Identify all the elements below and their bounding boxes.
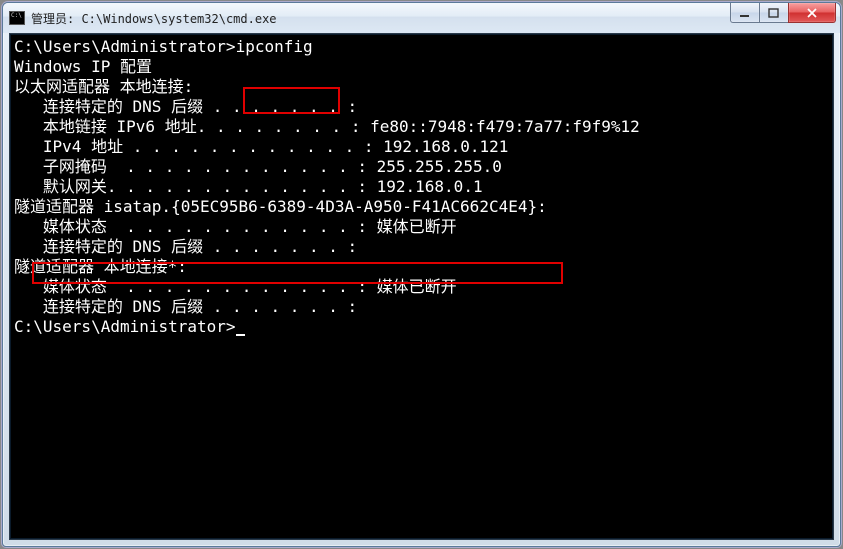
gateway-line: 默认网关. . . . . . . . . . . . . : 192.168.… (14, 177, 831, 197)
cmd-window: 管理员: C:\Windows\system32\cmd.exe C:\User… (2, 2, 841, 547)
prompt-line: C:\Users\Administrator>ipconfig (14, 37, 831, 57)
dns-suffix-line: 连接特定的 DNS 后缀 . . . . . . . : (14, 237, 831, 257)
dns-suffix-line: 连接特定的 DNS 后缀 . . . . . . . : (14, 297, 831, 317)
window-controls (730, 3, 840, 33)
ipv6-line: 本地链接 IPv6 地址. . . . . . . . : fe80::7948… (14, 117, 831, 137)
dns-suffix-line: 连接特定的 DNS 后缀 . . . . . . . : (14, 97, 831, 117)
prompt-path: C:\Users\Administrator> (14, 37, 236, 56)
titlebar[interactable]: 管理员: C:\Windows\system32\cmd.exe (3, 3, 840, 33)
maximize-button[interactable] (759, 3, 789, 23)
terminal-output[interactable]: C:\Users\Administrator>ipconfig Windows … (9, 33, 834, 540)
tunnel-title: 隧道适配器 本地连接*: (14, 257, 831, 277)
subnet-mask-line: 子网掩码 . . . . . . . . . . . . : 255.255.2… (14, 157, 831, 177)
close-button[interactable] (788, 3, 836, 23)
tunnel-title: 隧道适配器 isatap.{05EC95B6-6389-4D3A-A950-F4… (14, 197, 831, 217)
adapter-title: 以太网适配器 本地连接: (14, 77, 831, 97)
cmd-icon (9, 11, 25, 25)
ipv4-line: IPv4 地址 . . . . . . . . . . . . : 192.16… (14, 137, 831, 157)
typed-command: ipconfig (236, 37, 313, 56)
ipconfig-header: Windows IP 配置 (14, 57, 831, 77)
media-state-line: 媒体状态 . . . . . . . . . . . . : 媒体已断开 (14, 277, 831, 297)
close-icon (806, 8, 818, 18)
cursor (236, 322, 245, 336)
minimize-button[interactable] (730, 3, 760, 23)
prompt-path: C:\Users\Administrator> (14, 317, 236, 336)
media-state-line: 媒体状态 . . . . . . . . . . . . : 媒体已断开 (14, 217, 831, 237)
maximize-icon (768, 8, 780, 18)
minimize-icon (739, 8, 751, 18)
window-title: 管理员: C:\Windows\system32\cmd.exe (31, 10, 730, 27)
prompt-line: C:\Users\Administrator> (14, 317, 831, 337)
